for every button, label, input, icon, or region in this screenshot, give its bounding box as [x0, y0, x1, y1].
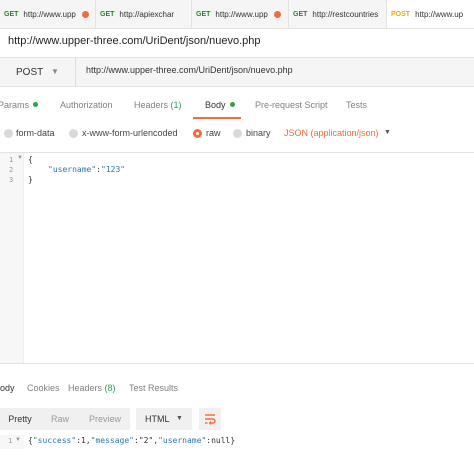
method-label: GET: [4, 11, 19, 18]
json-key: "username": [158, 436, 207, 445]
tab-headers[interactable]: Headers (1): [134, 100, 182, 110]
response-tabs: ody Cookies Headers (8) Test Results: [0, 383, 474, 397]
line-number: 2: [9, 166, 14, 174]
body-editor[interactable]: 1 ▼ 2 3 { "username":"123" }: [0, 152, 474, 364]
json-key: "username": [48, 165, 97, 174]
view-raw-button[interactable]: Raw: [40, 408, 80, 430]
tab-url: http://www.upp: [215, 10, 268, 19]
method-label: GET: [100, 11, 115, 18]
fold-arrow-icon[interactable]: ▼: [15, 437, 21, 443]
json-value: :"2",: [134, 436, 159, 445]
request-bar: POST ▼ http://www.upper-three.com/UriDen…: [0, 57, 474, 87]
method-select[interactable]: POST ▼: [0, 58, 76, 86]
radio-urlencoded[interactable]: [69, 129, 78, 138]
tab-url: http://apiexchar: [119, 10, 175, 19]
tab-params[interactable]: Params: [0, 100, 39, 110]
chevron-down-icon: ▼: [51, 67, 59, 76]
request-subtabs: Params Authorization Headers (1) Body Pr…: [0, 100, 474, 118]
tab-url: http://restcountries: [312, 10, 379, 19]
tab-response-headers-label: Headers: [68, 383, 103, 393]
active-tab-indicator: [193, 117, 241, 119]
unsaved-dot-icon: [82, 11, 89, 18]
view-preview-button[interactable]: Preview: [80, 408, 130, 430]
radio-binary-label: binary: [246, 128, 271, 138]
request-tab-3[interactable]: GET http://www.upp: [192, 0, 289, 28]
code-line-2: "username":"123": [48, 165, 125, 174]
request-tab-5[interactable]: POST http://www.up: [387, 0, 474, 28]
method-label: GET: [293, 11, 308, 18]
request-tab-1[interactable]: GET http://www.upp: [0, 0, 96, 28]
response-headers-count: (8): [104, 383, 116, 393]
wrap-lines-icon: [205, 414, 216, 425]
tab-body[interactable]: Body: [205, 100, 235, 110]
chevron-down-icon: ▼: [176, 415, 183, 422]
method-label: GET: [196, 11, 211, 18]
radio-raw-label: raw: [206, 128, 221, 138]
response-json: {"success":1,"message":"2","username":nu…: [28, 436, 235, 445]
line-number: 1: [8, 437, 13, 445]
unsaved-dot-icon: [274, 11, 281, 18]
tab-test-results[interactable]: Test Results: [129, 383, 178, 393]
view-pretty-button[interactable]: Pretty: [0, 408, 40, 430]
line-number: 3: [9, 176, 14, 184]
request-title: http://www.upper-three.com/UriDent/json/…: [8, 35, 261, 47]
chevron-down-icon[interactable]: ▼: [384, 129, 391, 136]
method-label: POST: [391, 11, 411, 18]
tab-authorization[interactable]: Authorization: [60, 100, 113, 110]
radio-form-data-label: form-data: [16, 128, 55, 138]
tab-response-body[interactable]: ody: [0, 383, 15, 393]
url-input[interactable]: http://www.upper-three.com/UriDent/json/…: [86, 65, 293, 75]
response-view-bar: Pretty Raw Preview HTML ▼: [0, 408, 474, 430]
response-format-select[interactable]: HTML ▼: [136, 408, 192, 430]
json-value: :null}: [206, 436, 236, 445]
body-mode-row: form-data x-www-form-urlencoded raw bina…: [0, 126, 474, 144]
code-line-3: }: [28, 175, 33, 184]
radio-urlencoded-label: x-www-form-urlencoded: [82, 128, 178, 138]
status-dot-icon: [33, 102, 39, 107]
tab-params-label: Params: [0, 100, 30, 110]
fold-arrow-icon[interactable]: ▼: [17, 155, 23, 161]
json-key: "success": [32, 436, 77, 445]
response-body[interactable]: 1 ▼ {"success":1,"message":"2","username…: [0, 435, 474, 449]
tab-headers-label: Headers: [134, 100, 169, 110]
brace-open: {: [28, 155, 33, 164]
tab-url: http://www.up: [415, 10, 464, 19]
tab-tests[interactable]: Tests: [346, 100, 367, 110]
json-value: :1,: [76, 436, 91, 445]
method-value: POST: [16, 66, 44, 78]
tab-response-headers[interactable]: Headers (8): [68, 383, 116, 393]
status-dot-icon: [229, 102, 235, 107]
json-value: "123": [101, 165, 126, 174]
radio-binary[interactable]: [233, 129, 242, 138]
radio-raw[interactable]: [193, 129, 202, 138]
code-line-1: {: [28, 155, 33, 164]
editor-gutter: 1 ▼ 2 3: [0, 153, 24, 363]
format-value: HTML: [145, 414, 170, 424]
headers-count: (1): [170, 100, 182, 110]
response-gutter: 1 ▼: [0, 435, 24, 449]
wrap-lines-button[interactable]: [199, 408, 221, 430]
brace-close: }: [28, 175, 33, 184]
tab-body-label: Body: [205, 100, 226, 110]
request-tabstrip: GET http://www.upp GET http://apiexchar …: [0, 0, 474, 29]
tab-response-cookies[interactable]: Cookies: [27, 383, 60, 393]
request-tab-4[interactable]: GET http://restcountries: [289, 0, 387, 28]
tab-url: http://www.upp: [23, 10, 76, 19]
radio-form-data[interactable]: [4, 129, 13, 138]
content-type-select[interactable]: JSON (application/json): [284, 128, 379, 138]
request-tab-2[interactable]: GET http://apiexchar: [96, 0, 192, 28]
line-number: 1: [9, 156, 14, 164]
tab-prerequest-script[interactable]: Pre-request Script: [255, 100, 328, 110]
json-key: "message": [90, 436, 134, 445]
